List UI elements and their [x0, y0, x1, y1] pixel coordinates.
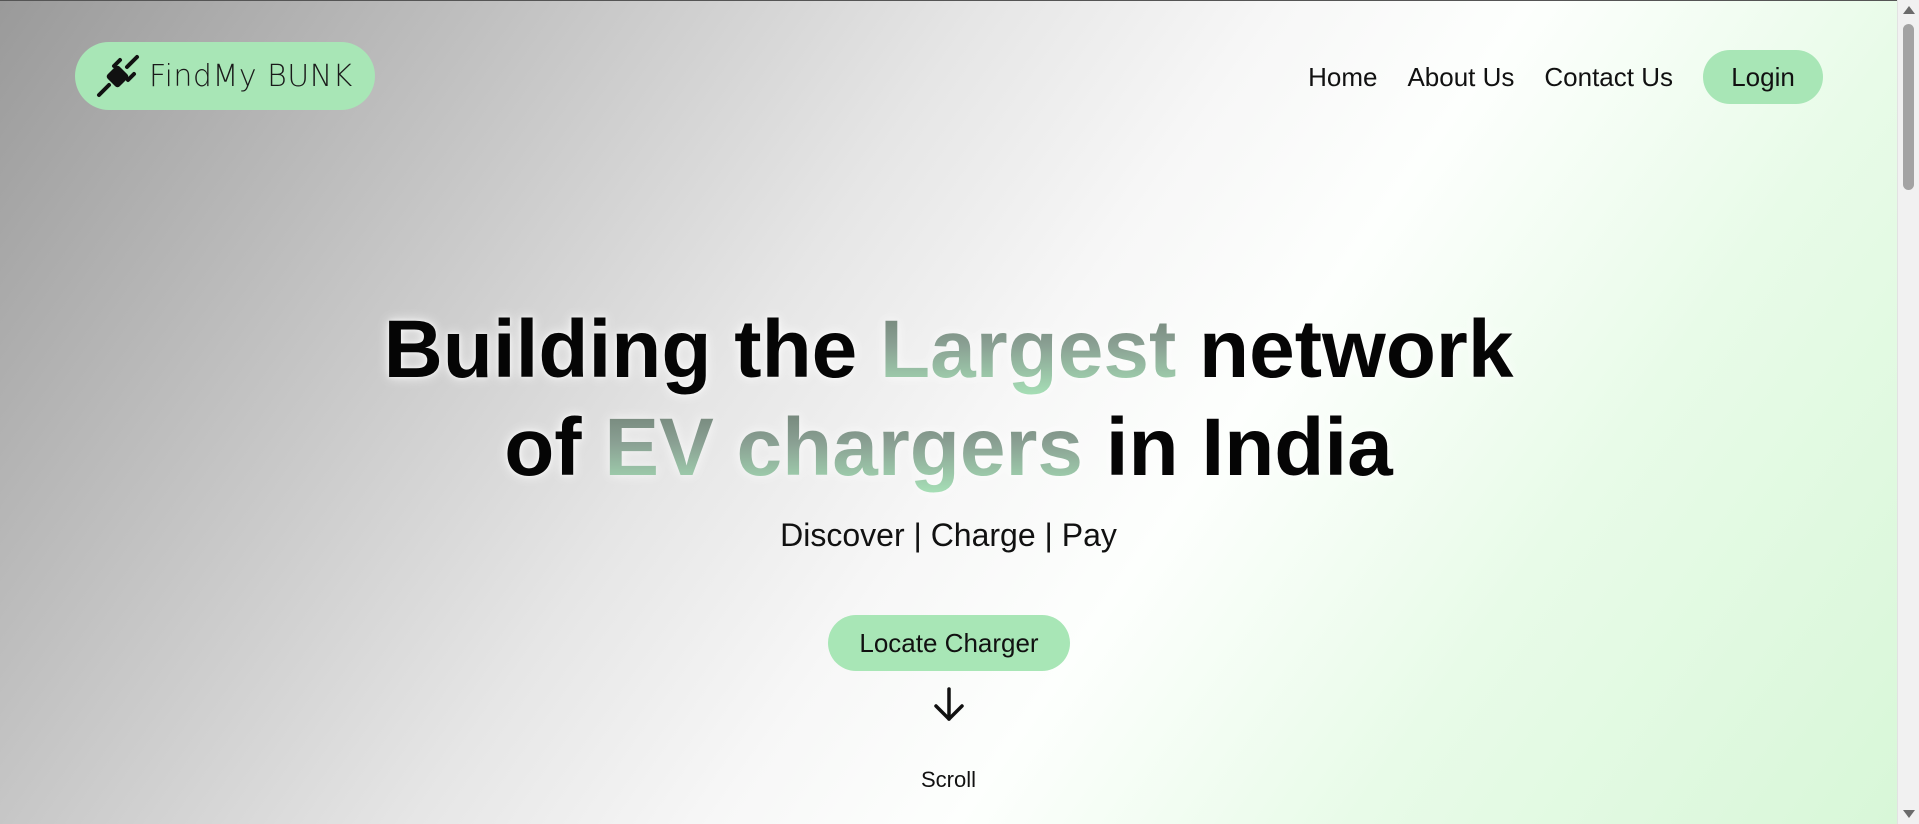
- hero-headline: Building the Largest network of EV charg…: [0, 301, 1897, 497]
- nav-link-home[interactable]: Home: [1308, 51, 1377, 103]
- headline-text: of: [504, 402, 605, 493]
- arrow-down-icon[interactable]: [932, 687, 966, 723]
- locate-charger-button[interactable]: Locate Charger: [828, 615, 1070, 671]
- headline-highlight-ev-chargers: EV chargers: [604, 402, 1083, 493]
- headline-highlight-largest: Largest: [880, 304, 1177, 395]
- plug-icon: [95, 53, 141, 99]
- scroll-down-icon[interactable]: [1903, 810, 1915, 818]
- vertical-scrollbar[interactable]: [1897, 0, 1919, 824]
- headline-text: Building the: [383, 304, 881, 395]
- nav-link-contact[interactable]: Contact Us: [1544, 51, 1673, 103]
- scroll-label: Scroll: [920, 767, 976, 792]
- login-button[interactable]: Login: [1703, 50, 1823, 104]
- headline-text: in India: [1082, 402, 1393, 493]
- headline-text: network: [1176, 304, 1514, 395]
- scrollbar-thumb[interactable]: [1903, 24, 1914, 190]
- page-viewport: FindMy BUNK Home About Us Contact Us Log…: [0, 0, 1897, 824]
- hero-tagline: Discover | Charge | Pay: [780, 517, 1117, 553]
- brand-name: FindMy BUNK: [149, 58, 353, 94]
- scroll-up-icon[interactable]: [1903, 6, 1915, 14]
- nav-link-about[interactable]: About Us: [1407, 51, 1514, 103]
- top-nav: Home About Us Contact Us Login: [1308, 50, 1823, 104]
- brand-logo[interactable]: FindMy BUNK: [75, 42, 375, 110]
